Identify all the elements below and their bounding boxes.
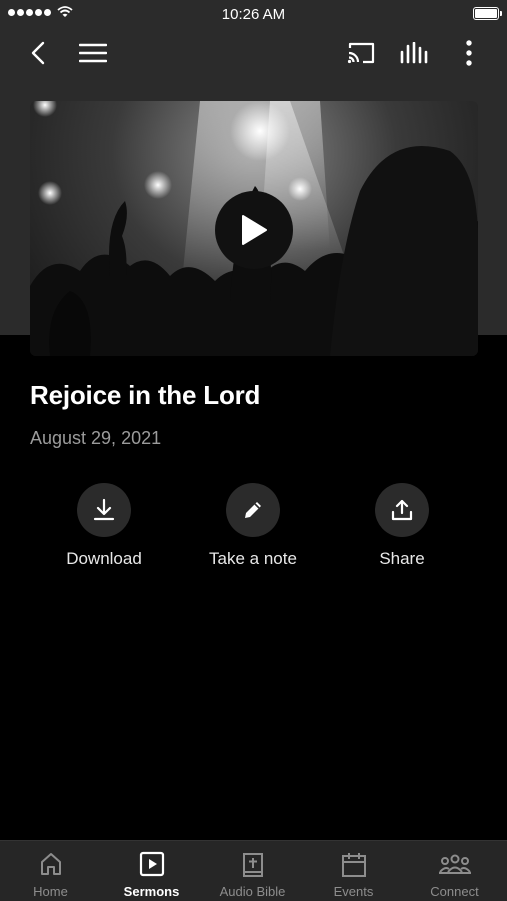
pencil-icon bbox=[245, 502, 261, 518]
tab-audio-bible[interactable]: Audio Bible bbox=[202, 841, 303, 901]
calendar-icon bbox=[341, 853, 366, 877]
home-icon bbox=[40, 853, 61, 875]
sermon-title: Rejoice in the Lord bbox=[30, 380, 261, 410]
tab-sermons[interactable]: Sermons bbox=[101, 841, 202, 901]
cast-icon[interactable] bbox=[344, 36, 378, 70]
back-icon[interactable] bbox=[21, 36, 55, 70]
share-button[interactable]: Share bbox=[327, 483, 477, 569]
take-note-label: Take a note bbox=[209, 549, 297, 568]
share-icon bbox=[391, 499, 413, 521]
play-button[interactable] bbox=[215, 191, 293, 269]
status-bar: 10:26 AM bbox=[0, 0, 507, 28]
battery-icon bbox=[473, 7, 502, 20]
sermon-video-thumbnail[interactable] bbox=[30, 101, 478, 356]
status-time: 10:26 AM bbox=[221, 6, 286, 23]
menu-icon[interactable] bbox=[76, 36, 110, 70]
download-icon bbox=[93, 498, 115, 521]
sermon-date: August 29, 2021 bbox=[30, 428, 162, 448]
play-square-icon bbox=[139, 851, 164, 877]
tab-events[interactable]: Events bbox=[303, 841, 404, 901]
bible-icon bbox=[242, 853, 263, 877]
tab-bar: Home Sermons Audio Bible Events Connect bbox=[0, 840, 507, 901]
download-label: Download bbox=[66, 549, 142, 568]
audio-bars-icon[interactable] bbox=[398, 36, 432, 70]
more-icon[interactable] bbox=[452, 36, 486, 70]
take-note-button[interactable]: Take a note bbox=[178, 483, 328, 569]
download-button[interactable]: Download bbox=[29, 483, 179, 569]
play-icon bbox=[242, 215, 267, 245]
tab-connect[interactable]: Connect bbox=[404, 841, 505, 901]
share-label: Share bbox=[379, 549, 425, 568]
people-icon bbox=[438, 854, 471, 874]
tab-home[interactable]: Home bbox=[0, 841, 101, 901]
